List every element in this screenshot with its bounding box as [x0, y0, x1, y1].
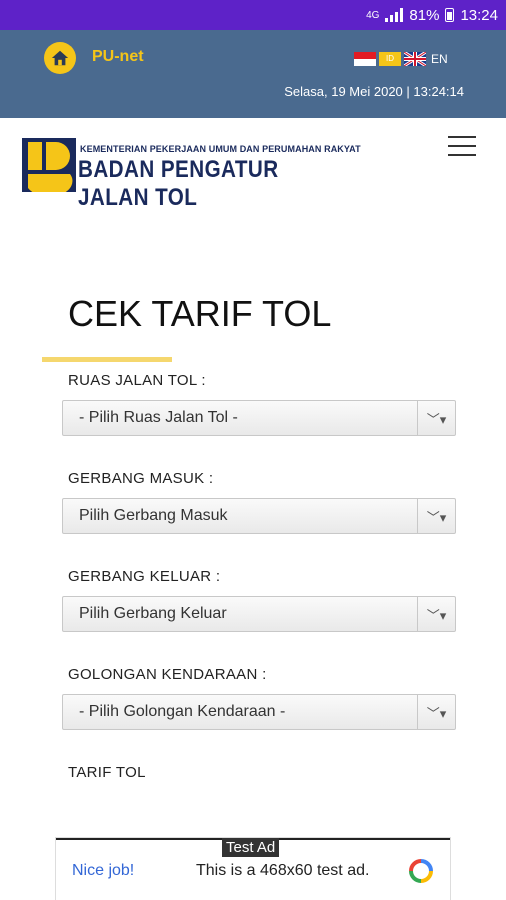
title-underline	[42, 357, 172, 362]
gerbang-keluar-select[interactable]: Pilih Gerbang Keluar ﹀▾	[62, 596, 456, 632]
chevron-down-icon: ﹀▾	[417, 695, 455, 729]
ruas-label: RUAS JALAN TOL :	[68, 372, 206, 389]
lang-id-button[interactable]: ID	[379, 52, 401, 66]
battery-icon	[445, 8, 455, 22]
ruas-select[interactable]: - Pilih Ruas Jalan Tol - ﹀▾	[62, 400, 456, 436]
header-bar: PU-net ID EN Selasa, 19 Mei 2020 | 13:24…	[0, 30, 506, 118]
agency-logo[interactable]: KEMENTERIAN PEKERJAAN UMUM DAN PERUMAHAN…	[22, 138, 362, 211]
golongan-select[interactable]: - Pilih Golongan Kendaraan - ﹀▾	[62, 694, 456, 730]
pu-logo-icon	[22, 138, 76, 192]
chevron-down-icon: ﹀▾	[417, 499, 455, 533]
signal-icon	[385, 8, 404, 22]
menu-bar	[448, 154, 476, 156]
menu-bar	[448, 145, 476, 147]
ad-logo-icon	[409, 859, 433, 883]
page-title: CEK TARIF TOL	[68, 293, 332, 334]
language-switcher: ID EN	[354, 52, 448, 66]
ruas-value: - Pilih Ruas Jalan Tol -	[79, 409, 238, 426]
home-icon	[51, 50, 69, 66]
ad-headline: Nice job!	[72, 862, 135, 879]
gerbang-masuk-value: Pilih Gerbang Masuk	[79, 507, 228, 524]
ad-text: This is a 468x60 test ad.	[196, 862, 370, 879]
indonesia-flag-icon[interactable]	[354, 52, 376, 66]
golongan-value: - Pilih Golongan Kendaraan -	[79, 703, 286, 720]
golongan-label: GOLONGAN KENDARAAN :	[68, 666, 267, 683]
gerbang-masuk-label: GERBANG MASUK :	[68, 470, 214, 487]
battery-percent: 81%	[409, 6, 440, 24]
home-button[interactable]	[44, 42, 76, 74]
menu-button[interactable]	[448, 136, 476, 156]
menu-bar	[448, 136, 476, 138]
status-bar: 4G 81% 13:24	[0, 0, 506, 30]
tarif-label: TARIF TOL	[68, 764, 146, 781]
current-datetime: Selasa, 19 Mei 2020 | 13:24:14	[284, 84, 464, 99]
brand-link[interactable]: PU-net	[92, 48, 144, 66]
gerbang-masuk-select[interactable]: Pilih Gerbang Masuk ﹀▾	[62, 498, 456, 534]
network-type: 4G	[366, 9, 380, 21]
ministry-name: KEMENTERIAN PEKERJAAN UMUM DAN PERUMAHAN…	[80, 144, 361, 154]
lang-en-button[interactable]: EN	[431, 52, 448, 66]
agency-name: BADAN PENGATUR JALAN TOL	[78, 156, 279, 211]
chevron-down-icon: ﹀▾	[417, 597, 455, 631]
uk-flag-icon[interactable]	[404, 52, 426, 66]
ad-banner[interactable]: Test Ad Nice job! This is a 468x60 test …	[56, 838, 450, 900]
chevron-down-icon: ﹀▾	[417, 401, 455, 435]
gerbang-keluar-value: Pilih Gerbang Keluar	[79, 605, 227, 622]
test-ad-badge: Test Ad	[222, 838, 280, 857]
clock: 13:24	[460, 6, 498, 24]
gerbang-keluar-label: GERBANG KELUAR :	[68, 568, 221, 585]
